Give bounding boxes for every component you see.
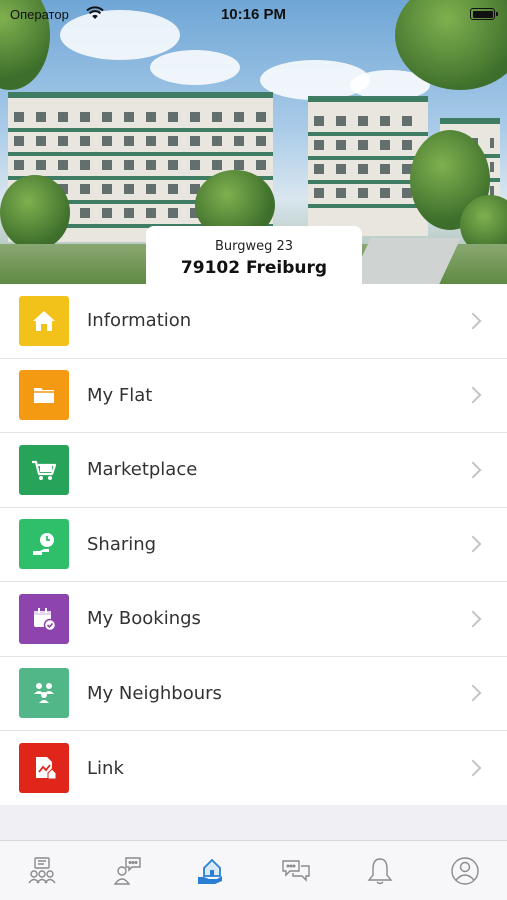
tab-bar bbox=[0, 840, 507, 900]
tab-community-board[interactable] bbox=[0, 841, 85, 900]
bell-icon bbox=[367, 857, 393, 884]
document-link-icon bbox=[36, 757, 57, 780]
menu-item-my-flat[interactable]: My Flat bbox=[0, 359, 507, 433]
marketplace-tile bbox=[19, 444, 69, 495]
menu-item-my-neighbours[interactable]: My Neighbours bbox=[0, 657, 507, 731]
tab-profile[interactable] bbox=[423, 841, 507, 900]
my-neighbours-tile bbox=[19, 668, 69, 719]
chevron-right-icon bbox=[464, 461, 482, 479]
menu-item-label: My Neighbours bbox=[87, 682, 222, 704]
tab-messages[interactable] bbox=[254, 841, 339, 900]
chevron-right-icon bbox=[464, 386, 482, 404]
tab-notifications[interactable] bbox=[338, 841, 423, 900]
menu-item-label: Marketplace bbox=[87, 459, 198, 481]
menu-item-label: Sharing bbox=[87, 533, 157, 555]
link-tile bbox=[19, 743, 69, 794]
address-city: 79102 Freiburg bbox=[180, 258, 328, 278]
menu-item-sharing[interactable]: Sharing bbox=[0, 508, 507, 582]
shopping-cart-icon bbox=[32, 460, 57, 480]
menu-item-label: My Bookings bbox=[87, 608, 201, 630]
menu-item-label: Link bbox=[87, 757, 124, 779]
battery-icon bbox=[470, 8, 498, 20]
sharing-tile bbox=[19, 519, 69, 570]
people-icon bbox=[34, 683, 54, 704]
chevron-right-icon bbox=[464, 610, 482, 628]
battery-level bbox=[472, 10, 493, 18]
home-hand-icon bbox=[198, 858, 223, 884]
calendar-check-icon bbox=[34, 607, 57, 631]
status-bar: Оператор 10:16 PM bbox=[0, 0, 507, 30]
folder-icon bbox=[34, 388, 54, 404]
menu-item-label: My Flat bbox=[87, 384, 153, 406]
menu-item-my-bookings[interactable]: My Bookings bbox=[0, 582, 507, 657]
address-street: Burgweg 23 bbox=[214, 239, 294, 254]
hand-clock-icon bbox=[33, 533, 54, 556]
house-icon bbox=[33, 310, 55, 331]
my-flat-tile bbox=[19, 370, 69, 421]
address-card: Burgweg 23 79102 Freiburg bbox=[146, 226, 362, 286]
status-time: 10:16 PM bbox=[220, 6, 287, 23]
tab-home[interactable] bbox=[169, 841, 254, 900]
messages-icon bbox=[282, 859, 310, 882]
main-menu: Information My Flat Marketplace Sharing … bbox=[0, 284, 507, 806]
menu-item-label: Information bbox=[87, 310, 192, 332]
profile-icon bbox=[451, 856, 479, 885]
menu-item-marketplace[interactable]: Marketplace bbox=[0, 433, 507, 508]
chevron-right-icon bbox=[464, 312, 482, 330]
app-screen: Оператор 10:16 PM Burgweg 23 79102 Freib… bbox=[0, 0, 507, 900]
tab-chat-person[interactable] bbox=[85, 841, 170, 900]
chat-person-icon bbox=[113, 856, 141, 885]
chevron-right-icon bbox=[464, 759, 482, 777]
information-tile bbox=[19, 295, 69, 346]
menu-item-information[interactable]: Information bbox=[0, 284, 507, 359]
menu-item-link[interactable]: Link bbox=[0, 731, 507, 806]
community-board-icon bbox=[28, 856, 56, 883]
menu-bottom-spacer bbox=[0, 805, 507, 841]
chevron-right-icon bbox=[464, 684, 482, 702]
chevron-right-icon bbox=[464, 535, 482, 553]
my-bookings-tile bbox=[19, 593, 69, 644]
